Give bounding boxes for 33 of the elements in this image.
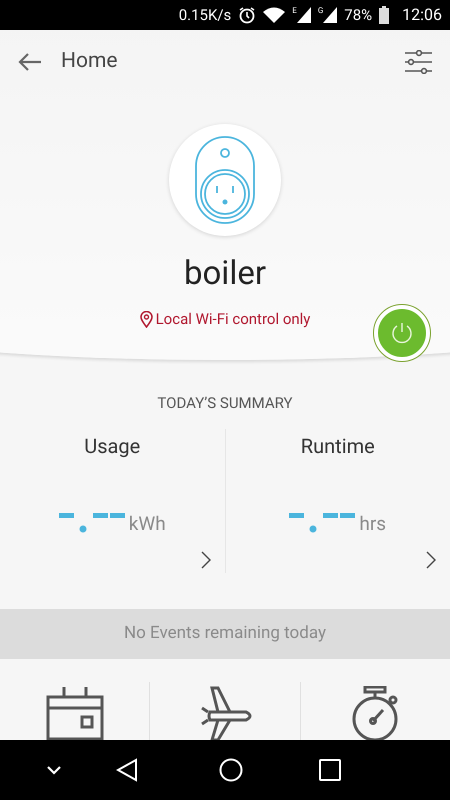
page-title: Home: [61, 48, 118, 76]
chevron-right-icon[interactable]: [426, 550, 436, 568]
battery-icon: [379, 6, 390, 24]
recent-apps-icon[interactable]: [319, 759, 341, 781]
empty-reading-icon: [58, 510, 125, 532]
connection-note: Local Wi-Fi control only: [156, 309, 310, 330]
network-type-label: E: [292, 7, 297, 15]
unit-label: hrs: [359, 514, 386, 532]
settings-sliders-icon[interactable]: [404, 50, 432, 74]
clock-time: 12:06: [402, 4, 442, 26]
network-speed: 0.15K/s: [178, 4, 232, 26]
calendar-icon[interactable]: [46, 686, 104, 740]
alarm-clock-icon: [238, 6, 256, 24]
smart-plug-icon: [194, 135, 256, 225]
empty-reading-icon: [289, 510, 356, 532]
wifi-icon: [263, 7, 286, 23]
battery-percent: 78%: [344, 4, 372, 26]
signal-icon: [296, 7, 311, 23]
summary-label: Usage: [84, 432, 140, 460]
events-banner: No Events remaining today: [0, 608, 450, 658]
chevron-down-icon[interactable]: [46, 765, 62, 775]
back-icon[interactable]: [116, 758, 138, 782]
back-arrow-icon[interactable]: [18, 52, 42, 72]
device-name: boiler: [184, 254, 266, 294]
location-pin-icon: [140, 310, 153, 328]
chevron-right-icon[interactable]: [200, 550, 210, 568]
signal-icon: [323, 7, 338, 23]
unit-label: kWh: [128, 514, 166, 532]
network-type-label: G: [318, 7, 324, 15]
power-icon: [390, 321, 414, 345]
summary-label: Runtime: [300, 432, 375, 460]
home-icon[interactable]: [219, 758, 243, 782]
section-title: TODAY’S SUMMARY: [157, 393, 293, 414]
